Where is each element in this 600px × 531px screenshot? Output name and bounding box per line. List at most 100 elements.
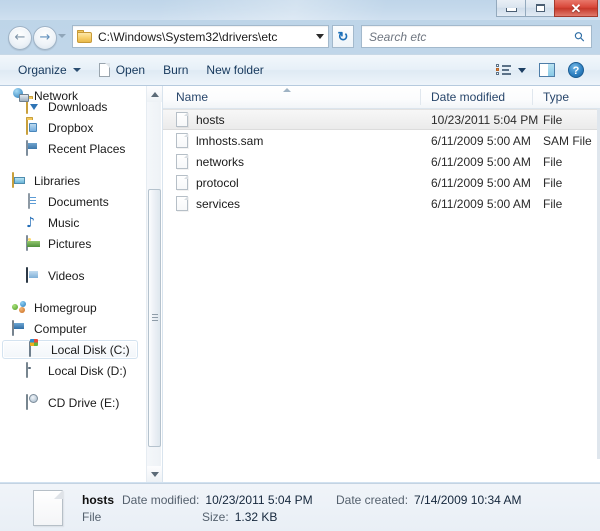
sidebar-item-label: Dropbox <box>48 121 93 135</box>
computer-icon <box>12 321 28 337</box>
title-bar: ✕ <box>0 0 600 20</box>
navigation-pane-scrollbar[interactable] <box>146 86 161 482</box>
minimize-icon <box>506 8 517 12</box>
file-date-modified-cell: 6/11/2009 5:00 AM <box>421 134 533 148</box>
burn-button[interactable]: Burn <box>154 58 197 82</box>
organize-label: Organize <box>18 63 67 77</box>
triangle-down-icon <box>151 472 159 477</box>
file-icon <box>176 133 188 148</box>
sidebar-item-label: Local Disk (C:) <box>51 343 130 357</box>
window-controls: ✕ <box>496 0 598 19</box>
close-button[interactable]: ✕ <box>554 0 598 17</box>
sidebar-item-label: Network <box>34 89 78 103</box>
file-name-label: networks <box>196 155 244 169</box>
sidebar-item-computer[interactable]: Computer <box>0 319 140 338</box>
table-row[interactable]: lmhosts.sam 6/11/2009 5:00 AMSAM File <box>163 130 600 151</box>
sidebar-item-recent-places[interactable]: Recent Places <box>0 139 140 158</box>
sidebar-item-network[interactable]: Network <box>0 86 140 105</box>
table-row[interactable]: hosts10/23/2011 5:04 PMFile <box>163 109 600 130</box>
file-type-cell: SAM File <box>533 134 600 148</box>
help-button[interactable]: ? <box>562 58 590 82</box>
sidebar-item-label: Computer <box>34 322 87 336</box>
sort-ascending-icon <box>283 88 291 92</box>
sidebar-item-documents[interactable]: Documents <box>0 192 140 211</box>
refresh-button[interactable]: ↻ <box>332 25 354 48</box>
file-date-modified-cell: 6/11/2009 5:00 AM <box>421 155 533 169</box>
sidebar-item-label: Local Disk (D:) <box>48 364 127 378</box>
chevron-down-icon <box>73 68 81 72</box>
scroll-down-button[interactable] <box>147 466 162 482</box>
title-bar-sheen <box>160 0 460 20</box>
column-header-type[interactable]: Type <box>533 86 600 108</box>
column-header-date-modified[interactable]: Date modified <box>421 86 533 108</box>
local-disk-d-icon <box>26 363 42 379</box>
documents-icon <box>26 194 42 210</box>
sidebar-item-libraries[interactable]: Libraries <box>0 171 140 190</box>
sidebar-item-label: Videos <box>48 269 84 283</box>
file-type-cell: File <box>533 155 600 169</box>
address-bar[interactable]: C:\Windows\System32\drivers\etc <box>72 25 329 48</box>
scrollbar-thumb[interactable] <box>148 189 161 447</box>
details-line-primary: hosts Date modified: 10/23/2011 5:04 PM D… <box>82 493 582 510</box>
back-arrow-icon: ← <box>15 31 26 44</box>
recent-pages-chevron-down-icon[interactable] <box>58 34 66 38</box>
table-row[interactable]: services6/11/2009 5:00 AMFile <box>163 193 600 214</box>
address-path-text: C:\Windows\System32\drivers\etc <box>98 30 312 44</box>
forward-button[interactable]: → <box>33 26 57 50</box>
details-date-modified-group: Date modified: 10/23/2011 5:04 PM <box>122 493 313 507</box>
preview-pane-button[interactable] <box>532 58 562 82</box>
maximize-button[interactable] <box>525 0 554 17</box>
organize-button[interactable]: Organize <box>9 58 90 82</box>
sidebar-item-local-disk-c[interactable]: Local Disk (C:) <box>2 340 138 359</box>
file-type-cell: File <box>533 197 600 211</box>
file-icon <box>176 154 188 169</box>
sidebar-item-dropbox[interactable]: Dropbox <box>0 118 140 137</box>
minimize-button[interactable] <box>496 0 525 17</box>
table-row[interactable]: protocol6/11/2009 5:00 AMFile <box>163 172 600 193</box>
details-size-value: 1.32 KB <box>235 510 278 524</box>
refresh-icon: ↻ <box>338 29 349 45</box>
column-header-name[interactable]: Name <box>163 86 421 108</box>
file-name-label: lmhosts.sam <box>196 134 263 148</box>
file-type-cell: File <box>533 113 600 127</box>
scroll-up-button[interactable] <box>147 86 162 102</box>
sidebar-item-videos[interactable]: Videos <box>0 266 140 285</box>
sidebar-item-cd-drive-e[interactable]: CD Drive (E:) <box>0 393 140 412</box>
dropbox-folder-icon <box>26 120 42 136</box>
sidebar-item-music[interactable]: ♪Music <box>0 213 140 232</box>
details-date-created-label: Date created: <box>336 493 408 507</box>
details-date-modified-value: 10/23/2011 5:04 PM <box>205 493 312 507</box>
file-date-modified-cell: 6/11/2009 5:00 AM <box>421 176 533 190</box>
sidebar-item-homegroup[interactable]: Homegroup <box>0 298 140 317</box>
command-toolbar: Organize Open Burn New folder <box>0 54 600 86</box>
sidebar-item-label: CD Drive (E:) <box>48 396 119 410</box>
chevron-down-icon[interactable] <box>518 68 526 73</box>
details-pane: hosts Date modified: 10/23/2011 5:04 PM D… <box>0 483 600 531</box>
table-row[interactable]: networks 6/11/2009 5:00 AMFile <box>163 151 600 172</box>
address-chevron-down-icon[interactable] <box>312 26 328 47</box>
view-list-icon <box>496 64 511 76</box>
pictures-icon <box>26 236 42 252</box>
back-button[interactable]: ← <box>8 26 32 50</box>
sidebar-item-label: Homegroup <box>34 301 97 315</box>
file-name-cell: lmhosts.sam <box>163 133 421 148</box>
open-button[interactable]: Open <box>90 58 154 82</box>
change-view-button[interactable] <box>492 58 532 82</box>
file-icon <box>176 112 188 127</box>
recent-places-icon <box>26 141 42 157</box>
sidebar-item-pictures[interactable]: Pictures <box>0 234 140 253</box>
new-folder-button[interactable]: New folder <box>197 58 272 82</box>
file-name-cell: protocol <box>163 175 421 190</box>
navigation-pane: DownloadsDropboxRecent PlacesLibrariesDo… <box>0 86 146 482</box>
file-type-cell: File <box>533 176 600 190</box>
details-file-name: hosts <box>82 493 114 507</box>
toolbar-right-group: ? <box>492 58 600 82</box>
homegroup-icon <box>12 300 28 316</box>
sidebar-item-local-disk-d[interactable]: Local Disk (D:) <box>0 361 140 380</box>
search-placeholder-text: Search etc <box>369 30 575 44</box>
details-date-created-value: 7/14/2009 10:34 AM <box>414 493 521 507</box>
file-list-pane: Name Date modified Type hosts10/23/2011 … <box>162 86 600 482</box>
details-date-modified-label: Date modified: <box>122 493 199 507</box>
search-input[interactable]: Search etc ⚲ <box>361 25 592 48</box>
details-file-type: File <box>82 510 101 527</box>
